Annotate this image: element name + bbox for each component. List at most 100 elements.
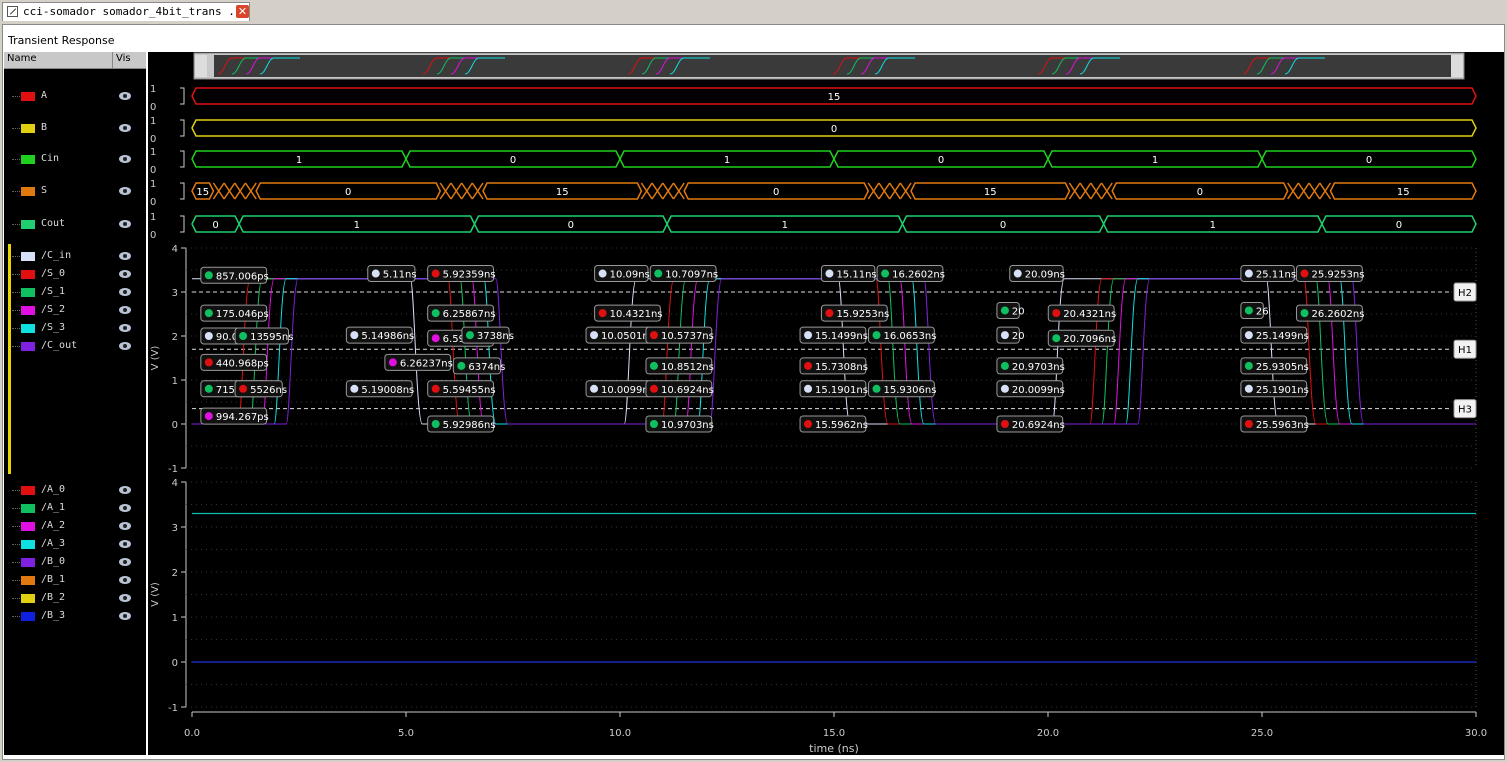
signal-color-swatch[interactable]	[21, 306, 35, 315]
visibility-eye-icon[interactable]	[119, 558, 131, 566]
signal-color-swatch[interactable]	[21, 612, 35, 621]
visibility-eye-icon[interactable]	[119, 486, 131, 494]
signal-row-s2[interactable]: /S_2	[4, 304, 146, 318]
signal-row-a0[interactable]: /A_0	[4, 484, 146, 498]
document-tab[interactable]: cci-somador somador_4bit_trans ... ✕	[2, 2, 250, 21]
close-tab-icon[interactable]: ✕	[236, 5, 249, 18]
visibility-eye-icon[interactable]	[119, 576, 131, 584]
signal-row-a1[interactable]: /A_1	[4, 502, 146, 516]
signal-color-swatch[interactable]	[21, 558, 35, 567]
analog-trace-cin[interactable]	[192, 278, 1476, 425]
measurement-marker-label: 15.1499ns	[815, 331, 868, 342]
signal-color-swatch[interactable]	[21, 187, 35, 196]
signal-color-swatch[interactable]	[21, 155, 35, 164]
visibility-eye-icon[interactable]	[119, 124, 131, 132]
analog-trace-s0[interactable]	[192, 278, 1476, 425]
analog-trace-s1[interactable]	[192, 278, 1476, 425]
visibility-eye-icon[interactable]	[119, 252, 131, 260]
bus-s-transition	[234, 182, 247, 200]
visibility-eye-icon[interactable]	[119, 92, 131, 100]
signal-row-cin[interactable]: /C_in	[4, 250, 146, 264]
y-tick-label: 4	[172, 244, 178, 255]
signal-row-cout[interactable]: /C_out	[4, 340, 146, 354]
column-separator[interactable]	[112, 52, 113, 68]
scroll-right-button[interactable]	[1451, 55, 1463, 77]
y-tick-label: 0	[172, 420, 178, 431]
x-tick-label: 10.0	[609, 728, 631, 739]
signal-row-b2[interactable]: /B_2	[4, 592, 146, 606]
signal-color-swatch[interactable]	[21, 92, 35, 101]
vis-column-header[interactable]: Vis	[116, 53, 131, 64]
visibility-eye-icon[interactable]	[119, 504, 131, 512]
waveform-plot-area[interactable]: 1 0 15 1 0 0 1 0 1 0 1 0 1 0 1 0 15 0 15 0 15 0 15 1 0 0 1 0 1 0 1 0 4 3 2…	[148, 52, 1504, 755]
visibility-eye-icon[interactable]	[119, 522, 131, 530]
signal-row-s3[interactable]: /S_3	[4, 322, 146, 336]
visibility-eye-icon[interactable]	[119, 612, 131, 620]
signal-name-label: Cout	[41, 218, 66, 229]
signal-row-b3[interactable]: /B_3	[4, 610, 146, 624]
measurement-marker-dot	[431, 309, 440, 318]
signal-row-s0[interactable]: /S_0	[4, 268, 146, 282]
measurement-marker-label: 20.4321ns	[1063, 309, 1116, 320]
visibility-eye-icon[interactable]	[119, 187, 131, 195]
bus-cout-value-label: 0	[212, 220, 218, 231]
signal-row-b0[interactable]: /B_0	[4, 556, 146, 570]
signal-color-swatch[interactable]	[21, 252, 35, 261]
measurement-marker-dot	[1000, 420, 1009, 428]
signal-color-swatch[interactable]	[21, 576, 35, 585]
measurement-marker-dot	[598, 309, 607, 318]
visibility-eye-icon[interactable]	[119, 288, 131, 296]
signal-row-cin[interactable]: Cin	[4, 153, 146, 167]
measurement-marker-dot	[649, 420, 658, 428]
signal-color-swatch[interactable]	[21, 342, 35, 351]
bus-s-transition	[439, 182, 452, 200]
signal-name-label: /C_out	[41, 340, 78, 351]
measurement-marker-dot	[239, 332, 248, 340]
bus-s-transition	[672, 182, 685, 200]
visibility-eye-icon[interactable]	[119, 155, 131, 163]
signal-row-a[interactable]: A	[4, 90, 146, 104]
signal-name-label: /B_0	[41, 556, 66, 567]
signal-color-swatch[interactable]	[21, 522, 35, 531]
bus-s-transition	[1090, 182, 1103, 200]
signal-color-swatch[interactable]	[21, 504, 35, 513]
visibility-eye-icon[interactable]	[119, 306, 131, 314]
signal-color-swatch[interactable]	[21, 324, 35, 333]
signal-color-swatch[interactable]	[21, 270, 35, 279]
measurement-marker-label: 10.8512ns	[661, 362, 714, 373]
signal-color-swatch[interactable]	[21, 594, 35, 603]
bus-s-value-label: 15	[556, 187, 569, 198]
signal-color-swatch[interactable]	[21, 124, 35, 133]
signal-row-s[interactable]: S	[4, 185, 146, 199]
signal-row-b1[interactable]: /B_1	[4, 574, 146, 588]
bus-s-transition	[878, 182, 891, 200]
signal-name-label: B	[41, 122, 48, 133]
visibility-eye-icon[interactable]	[119, 220, 131, 228]
analog-trace-s3[interactable]	[192, 278, 1476, 425]
signal-color-swatch[interactable]	[21, 220, 35, 229]
visibility-eye-icon[interactable]	[119, 342, 131, 350]
bus-s-transition	[1079, 182, 1092, 200]
panel-title: Transient Response	[8, 34, 115, 47]
measurement-marker-label: 15.9253ns	[836, 309, 889, 320]
analog-trace-s2[interactable]	[192, 278, 1476, 425]
visibility-eye-icon[interactable]	[119, 594, 131, 602]
signal-row-cout[interactable]: Cout	[4, 218, 146, 232]
signal-row-a3[interactable]: /A_3	[4, 538, 146, 552]
visibility-eye-icon[interactable]	[119, 540, 131, 548]
name-column-header[interactable]: Name	[7, 53, 37, 64]
bus-level-bracket	[180, 215, 185, 233]
measurement-marker-label: 994.267ps	[216, 412, 269, 423]
waveform-canvas[interactable]: 1 0 15 1 0 0 1 0 1 0 1 0 1 0 1 0 15 0 15 0 15 0 15 1 0 0 1 0 1 0 1 0 4 3 2…	[148, 52, 1504, 755]
signal-color-swatch[interactable]	[21, 540, 35, 549]
signal-row-s1[interactable]: /S_1	[4, 286, 146, 300]
visibility-eye-icon[interactable]	[119, 324, 131, 332]
signal-color-swatch[interactable]	[21, 288, 35, 297]
signal-row-b[interactable]: B	[4, 122, 146, 136]
analog-trace-cout[interactable]	[192, 278, 1476, 425]
signal-color-swatch[interactable]	[21, 486, 35, 495]
visibility-eye-icon[interactable]	[119, 270, 131, 278]
signal-name-label: /B_2	[41, 592, 66, 603]
scroll-left-button[interactable]	[195, 55, 207, 77]
signal-row-a2[interactable]: /A_2	[4, 520, 146, 534]
